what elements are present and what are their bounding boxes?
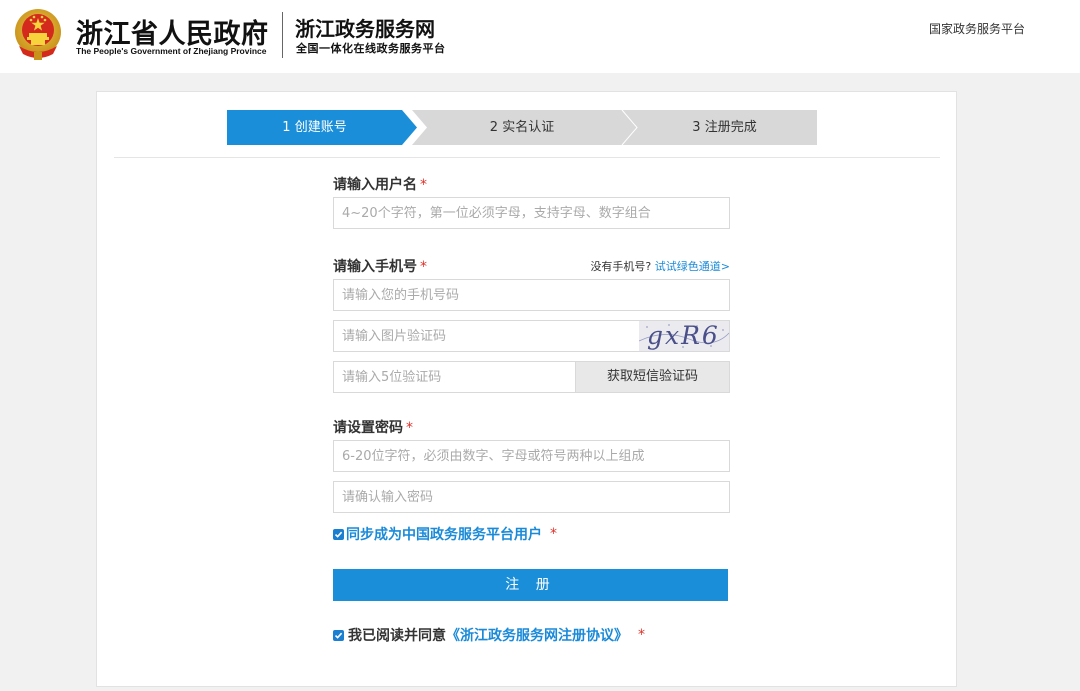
- gov-name-en[interactable]: The People's Government of Zhejiang Prov…: [76, 46, 266, 56]
- captcha-image[interactable]: gxR6: [639, 321, 729, 351]
- check-icon: [334, 632, 343, 639]
- image-code-input[interactable]: [334, 321, 634, 351]
- username-label-text: 请输入用户名: [333, 177, 417, 193]
- national-emblem-icon[interactable]: [13, 8, 63, 62]
- registration-card: 1 创建账号 2 实名认证 3 注册完成 请输入用户名* 请输入手机号* 没有手…: [96, 91, 957, 687]
- required-mark: *: [550, 526, 557, 542]
- no-phone-hint: 没有手机号? 试试绿色通道>: [590, 258, 730, 274]
- required-mark: *: [406, 420, 413, 436]
- username-label: 请输入用户名 *: [333, 174, 427, 194]
- get-sms-code-button[interactable]: 获取短信验证码: [575, 362, 729, 392]
- green-channel-link[interactable]: 试试绿色通道>: [655, 260, 730, 273]
- check-icon: [334, 531, 343, 538]
- confirm-password-input[interactable]: [334, 482, 729, 512]
- step-2-label: 2 实名认证: [489, 120, 555, 135]
- site-header: 浙江省人民政府 The People's Government of Zheji…: [0, 0, 1080, 73]
- phone-input[interactable]: [334, 280, 729, 310]
- sms-code-input[interactable]: [334, 362, 574, 392]
- confirm-password-field[interactable]: [333, 481, 730, 513]
- register-button[interactable]: 注 册: [333, 569, 728, 601]
- sync-platform-row[interactable]: 同步成为中国政务服务平台用户 *: [333, 524, 557, 544]
- captcha-text: gxR6: [647, 321, 720, 350]
- sync-checkbox-label[interactable]: 同步成为中国政务服务平台用户: [346, 524, 542, 544]
- required-mark: *: [420, 259, 427, 275]
- password-label-text: 请设置密码: [333, 420, 403, 436]
- username-field[interactable]: [333, 197, 730, 229]
- step-3-label: 3 注册完成: [692, 120, 757, 135]
- phone-label: 请输入手机号 *: [333, 256, 427, 276]
- agreement-row[interactable]: 我已阅读并同意 《浙江政务服务网注册协议》 *: [333, 625, 645, 645]
- username-input[interactable]: [334, 198, 729, 228]
- steps-divider: [114, 157, 940, 158]
- sync-checkbox[interactable]: [333, 528, 344, 540]
- required-mark: *: [638, 627, 645, 643]
- password-field[interactable]: [333, 440, 730, 472]
- site-slogan: 全国一体化在线政务服务平台: [296, 42, 446, 55]
- header-divider: [282, 12, 283, 58]
- sms-code-field[interactable]: 获取短信验证码: [333, 361, 730, 393]
- national-platform-link[interactable]: 国家政务服务平台: [929, 20, 1025, 37]
- agree-checkbox[interactable]: [333, 629, 344, 641]
- step-progress: 1 创建账号 2 实名认证 3 注册完成: [227, 110, 817, 145]
- image-code-field[interactable]: gxR6: [333, 320, 730, 352]
- no-phone-text: 没有手机号?: [590, 260, 652, 273]
- agreement-link[interactable]: 《浙江政务服务网注册协议》: [446, 625, 628, 645]
- phone-label-text: 请输入手机号: [333, 259, 417, 275]
- password-label: 请设置密码 *: [333, 417, 413, 437]
- phone-field[interactable]: [333, 279, 730, 311]
- site-name[interactable]: 浙江政务服务网: [295, 13, 435, 42]
- password-input[interactable]: [334, 441, 729, 471]
- required-mark: *: [420, 177, 427, 193]
- agree-prefix-text: 我已阅读并同意: [348, 628, 446, 644]
- step-1-label: 1 创建账号: [282, 120, 347, 135]
